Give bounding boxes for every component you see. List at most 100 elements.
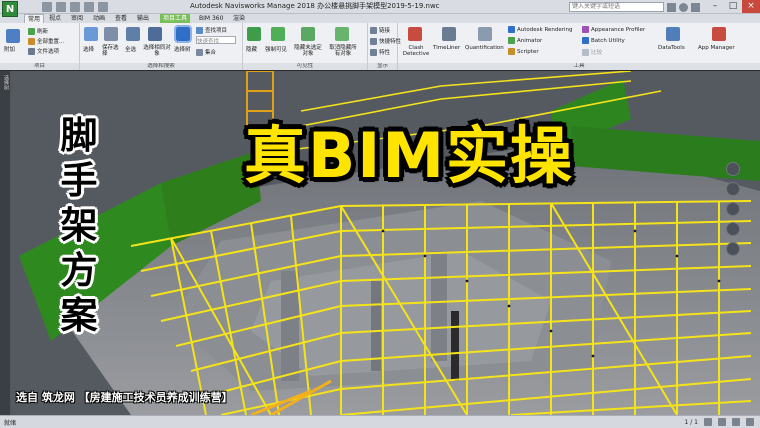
app-manager-button[interactable]: App Manager [698,45,735,51]
quantification-button[interactable]: Quantification [465,45,504,51]
hide-button[interactable]: 隐藏 [246,45,257,53]
animator-button[interactable]: Animator [508,37,542,44]
save-selection-icon [104,27,118,41]
compare-icon [582,49,589,56]
status-bar: 就绪 1 / 1 [0,415,760,428]
scripter-button[interactable]: Scripter [508,48,539,55]
search-icon[interactable] [667,2,676,12]
search-input[interactable]: 键入关键字或短语 [569,2,664,12]
zoom-icon[interactable] [726,222,740,236]
timeliner-button[interactable]: TimeLiner [433,45,460,51]
steering-wheel-icon[interactable] [726,182,740,196]
quick-find-input[interactable]: 快速查找 [196,36,236,45]
clash-detective-button[interactable]: Clash Detective [401,45,431,57]
tab-review[interactable]: 审阅 [68,14,86,23]
title-tools: 键入关键字或短语 [569,1,700,13]
batch-utility-button[interactable]: Batch Utility [582,37,625,44]
refresh-icon [28,28,35,35]
properties-button[interactable]: 特性 [370,48,390,56]
open-icon[interactable] [42,2,52,12]
hide-icon [247,27,261,41]
append-button[interactable]: 附加 [4,45,15,53]
selection-tree-icon [174,25,192,43]
panel-select-search: 选择 保存选择 全选 选择相同对象 选择树 查找项目 快速查找 集合 选择和搜索 [80,23,243,70]
selection-tree-button[interactable]: 选择树 [174,45,191,53]
appearance-profiler-button[interactable]: Appearance Profiler [582,26,645,33]
file-options-button[interactable]: 文件选项 [28,47,59,55]
links-button[interactable]: 链接 [370,26,390,34]
memory-icon[interactable] [746,418,754,426]
require-button[interactable]: 强制可见 [265,45,287,53]
panel-tools: Clash Detective TimeLiner Quantification… [398,23,760,70]
require-icon [271,27,285,41]
tab-view[interactable]: 查看 [112,14,130,23]
tab-bim360[interactable]: BIM 360 [196,14,226,23]
clash-detective-icon [408,27,422,41]
navigation-bar [723,159,743,279]
file-options-icon [28,48,35,55]
previous-sheet-icon[interactable] [704,418,712,426]
selection-tree-sidebar[interactable]: 选择树 [0,71,11,415]
quick-properties-button[interactable]: 快捷特性 [370,37,401,45]
appearance-profiler-icon [582,26,589,33]
tab-output[interactable]: 输出 [134,14,152,23]
close-button[interactable]: × [742,0,760,13]
app-logo-icon[interactable]: N [2,1,18,17]
select-same-icon [148,27,162,41]
refresh-button[interactable]: 刷新 [28,27,48,35]
select-button[interactable]: 选择 [83,45,94,53]
tab-home[interactable]: 常用 [24,14,45,23]
select-icon [84,27,98,41]
sets-icon [196,49,203,56]
window-title: Autodesk Navisworks Manage 2018 办公楼悬挑脚手架… [190,2,440,10]
undo-icon[interactable] [84,2,94,12]
title-bar: Autodesk Navisworks Manage 2018 办公楼悬挑脚手架… [0,0,760,14]
links-icon [370,27,377,34]
tab-viewpoint[interactable]: 视点 [46,14,64,23]
panel-select-search-label: 选择和搜索 [80,63,242,70]
find-items-button[interactable]: 查找项目 [196,26,227,34]
hide-unselected-button[interactable]: 隐藏未选定对象 [293,45,323,57]
quantification-icon [478,27,492,41]
app-manager-icon [712,27,726,41]
print-icon[interactable] [70,2,80,12]
redo-icon[interactable] [98,2,108,12]
datatools-icon [666,27,680,41]
reset-all-button[interactable]: 全部重置... [28,37,64,45]
tab-render[interactable]: 渲染 [230,14,248,23]
compare-button[interactable]: 比较 [582,48,602,56]
sign-in-icon[interactable] [679,2,688,12]
minimize-button[interactable]: – [706,0,724,13]
save-selection-button[interactable]: 保存选择 [102,45,122,57]
panel-tools-label: 工具 [398,63,760,70]
pan-icon[interactable] [726,202,740,216]
help-icon[interactable] [691,2,700,12]
performance-icon[interactable] [732,418,740,426]
select-all-icon [126,27,140,41]
save-icon[interactable] [56,2,66,12]
timeliner-icon [442,27,456,41]
ribbon: 附加 刷新 全部重置... 文件选项 项目 选择 保存选择 全选 选择相同对象 … [0,23,760,70]
datatools-button[interactable]: DataTools [658,45,685,51]
tab-item-tools[interactable]: 项目工具 [160,14,191,23]
orbit-icon[interactable] [726,242,740,256]
autodesk-rendering-button[interactable]: Autodesk Rendering [508,26,573,33]
quick-properties-icon [370,38,377,45]
navisworks-window: Autodesk Navisworks Manage 2018 办公楼悬挑脚手架… [0,0,760,428]
sidebar-label: 选择树 [3,75,9,90]
headline-overlay: 真BIM实操 [244,119,575,192]
next-sheet-icon[interactable] [718,418,726,426]
source-credit: 选自 筑龙网 【房建施工技术员养成训练营】 [16,391,233,404]
tab-animation[interactable]: 动画 [90,14,108,23]
viewcube-icon[interactable] [726,162,740,176]
select-all-button[interactable]: 全选 [125,45,136,53]
sheet-counter: 1 / 1 [684,418,698,426]
sets-dropdown[interactable]: 集合 [196,48,216,56]
scripter-icon [508,48,515,55]
panel-display-label: 显示 [368,63,397,70]
select-same-button[interactable]: 选择相同对象 [143,45,171,57]
panel-project-label: 项目 [0,63,79,70]
unhide-all-button[interactable]: 取消隐藏所有对象 [327,45,359,57]
animator-icon [508,37,515,44]
maximize-button[interactable]: □ [724,0,742,13]
